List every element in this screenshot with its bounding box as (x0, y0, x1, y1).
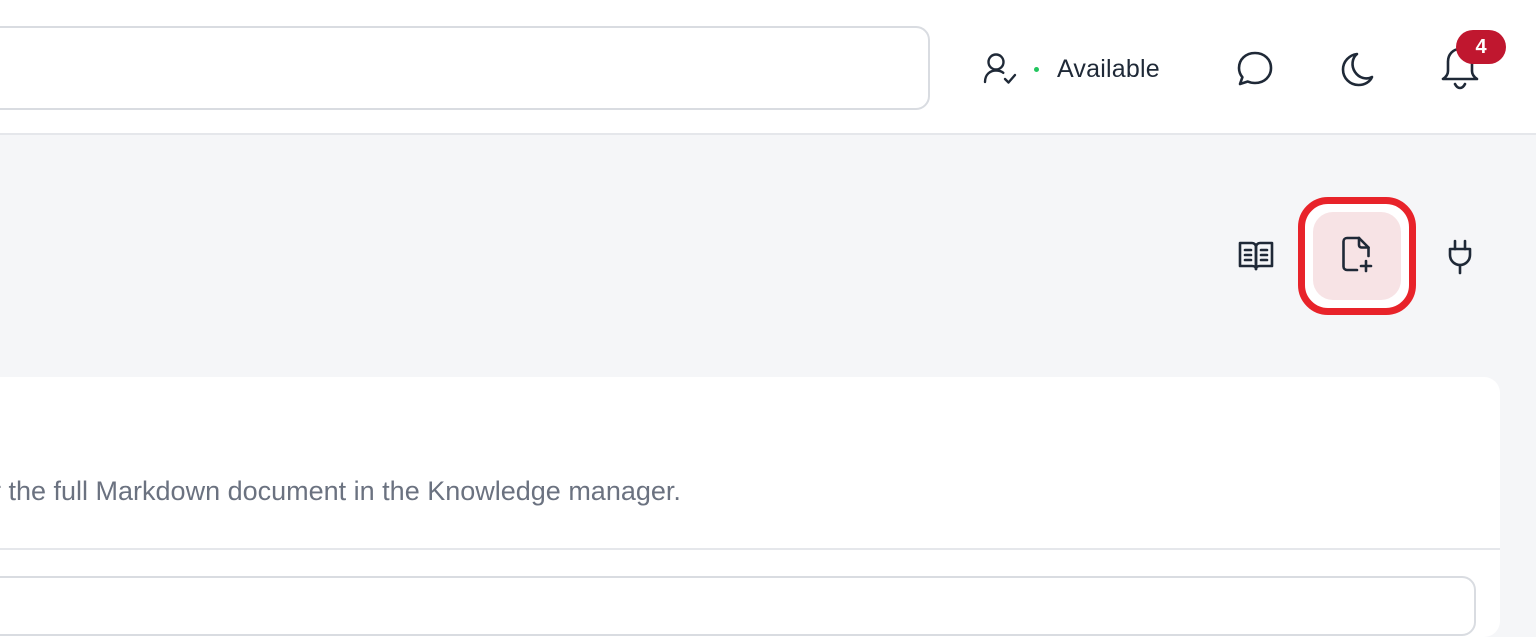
content-input[interactable] (0, 576, 1476, 636)
status-dot (1034, 66, 1039, 72)
theme-toggle-button[interactable] (1337, 48, 1379, 90)
card-divider (0, 548, 1500, 550)
status-label: Available (1057, 54, 1160, 83)
chat-button[interactable] (1234, 48, 1276, 90)
book-open-icon (1236, 241, 1276, 280)
availability-status[interactable]: Available (980, 48, 1160, 90)
notification-count-badge: 4 (1456, 30, 1506, 64)
moon-icon (1337, 48, 1379, 90)
file-plus-icon (1337, 234, 1377, 279)
new-document-button-inner[interactable] (1313, 212, 1401, 300)
card-description: r the full Markdown document in the Know… (0, 476, 681, 506)
message-circle-icon (1234, 48, 1276, 90)
user-check-icon (980, 49, 1020, 89)
plug-icon (1440, 239, 1480, 280)
integrations-button[interactable] (1440, 236, 1480, 276)
top-bar: Available 4 (0, 0, 1536, 135)
knowledge-book-button[interactable] (1236, 236, 1276, 276)
search-input[interactable] (0, 26, 930, 110)
new-document-button[interactable] (1298, 197, 1416, 315)
